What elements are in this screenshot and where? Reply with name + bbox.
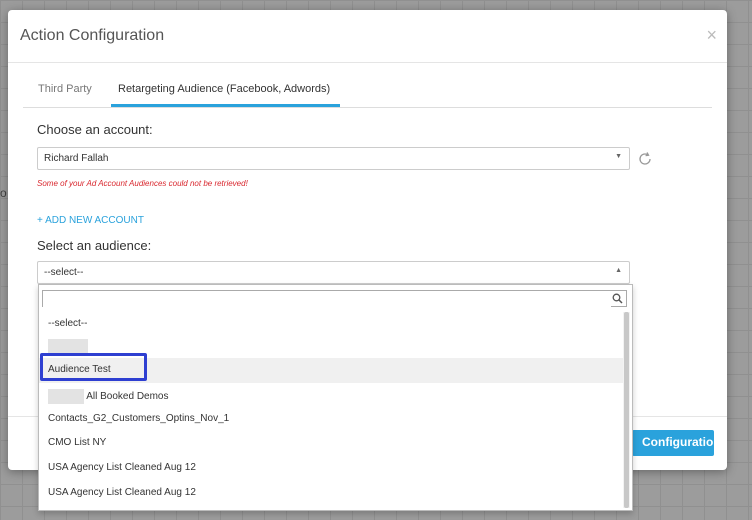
scrollbar-thumb[interactable] [624,312,629,508]
redacted-block [48,389,84,404]
select-audience-label: Select an audience: [37,238,152,253]
search-icon [612,293,623,304]
tab-third-party[interactable]: Third Party [38,83,92,95]
save-configuration-button[interactable]: Configuration [632,430,714,456]
modal-header: Action Configuration × [8,10,727,63]
audience-option[interactable]: USA Agency List Cleaned Aug 12 [39,456,623,481]
audience-search-field[interactable] [42,290,627,309]
option-label: USA Agency List Cleaned Aug 12 [48,487,196,498]
option-label: --select-- [48,318,88,329]
close-icon[interactable]: × [706,25,717,46]
account-selected-value: Richard Fallah [44,153,109,164]
audience-dropdown: --select-- Audience Test All Booked Demo… [38,284,633,511]
option-label: All Booked Demos [86,391,169,403]
audience-selected-value: --select-- [44,267,84,278]
option-label: USA Agency List Cleaned Aug 12 [48,462,196,473]
account-error-message: Some of your Ad Account Audiences could … [37,179,248,188]
choose-account-label: Choose an account: [37,122,153,137]
chevron-down-icon: ▼ [615,153,622,160]
add-new-account-link[interactable]: + ADD NEW ACCOUNT [37,215,144,226]
chevron-up-icon: ▲ [615,267,622,274]
audience-search-input[interactable] [43,294,611,309]
redacted-block [48,339,88,354]
dropdown-scrollbar[interactable] [623,312,630,508]
audience-option[interactable]: Contacts_G2_Customers_Optins_Nov_1 [39,407,623,432]
audience-select[interactable]: --select-- ▲ [37,261,630,284]
option-label: Contacts_G2_Customers_Optins_Nov_1 [48,413,230,424]
modal-title: Action Configuration [20,27,165,44]
audience-option[interactable]: USA Agency List Cleaned Aug 12 [39,481,623,506]
audience-option[interactable]: All Booked Demos [39,383,623,408]
refresh-icon[interactable] [636,150,654,168]
account-select[interactable]: Richard Fallah ▼ [37,147,630,170]
tab-bar: Third Party Retargeting Audience (Facebo… [23,73,712,108]
annotation-highlight-box [40,353,147,381]
option-label: CMO List NY [48,437,107,448]
audience-option[interactable]: CMO List NY [39,431,623,456]
tab-retargeting-audience[interactable]: Retargeting Audience (Facebook, Adwords) [118,83,330,95]
active-tab-indicator [111,104,340,107]
